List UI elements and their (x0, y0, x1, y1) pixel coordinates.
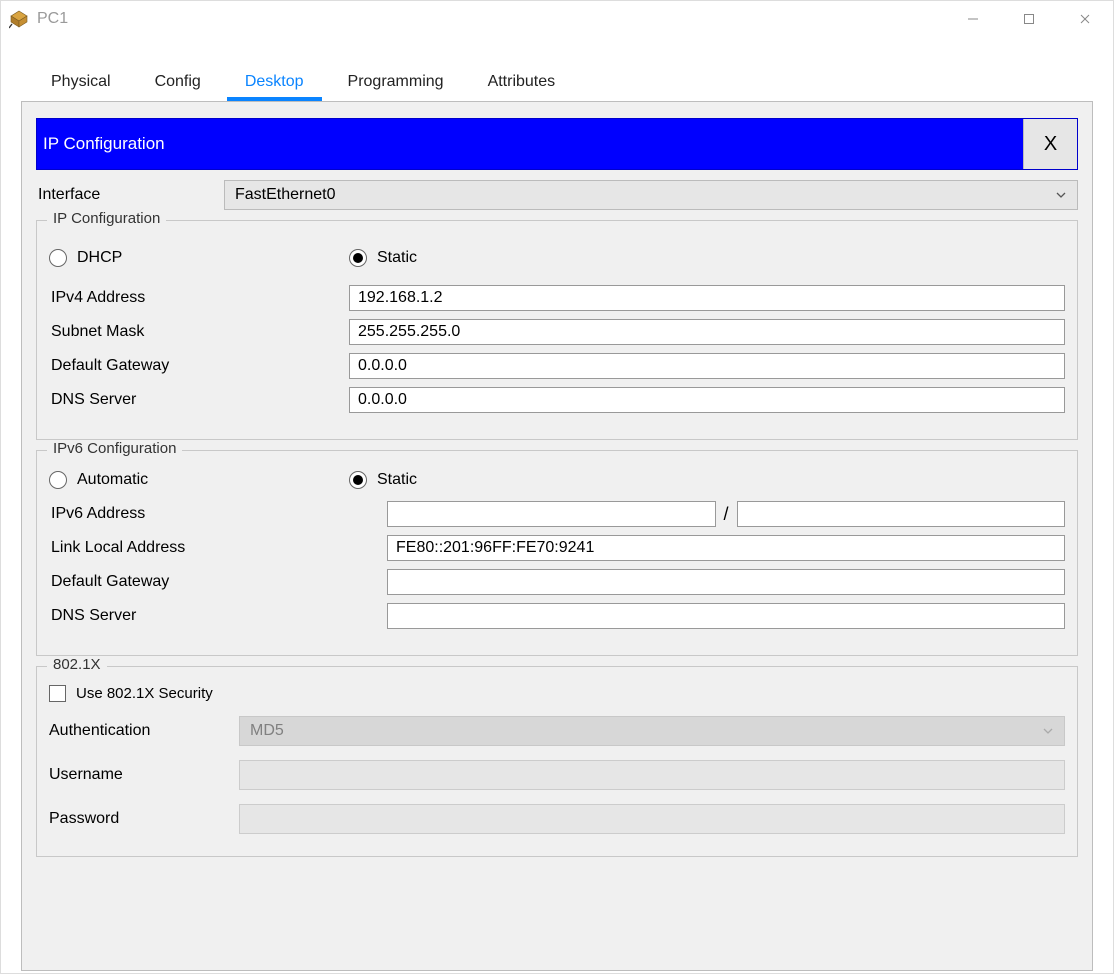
static-radio[interactable] (349, 249, 367, 267)
ipv4-address-label: IPv4 Address (49, 289, 349, 307)
window-title: PC1 (37, 10, 68, 28)
config-body: IP Configuration X Interface FastEtherne… (21, 101, 1093, 971)
ipv4-gateway-label: Default Gateway (49, 357, 349, 375)
dot1x-legend: 802.1X (47, 656, 107, 673)
ipv6-legend: IPv6 Configuration (47, 440, 182, 457)
close-button[interactable] (1057, 1, 1113, 37)
tab-bar: Physical Config Desktop Programming Attr… (1, 63, 1113, 101)
ipv4-legend: IP Configuration (47, 210, 166, 227)
minimize-button[interactable] (945, 1, 1001, 37)
authentication-label: Authentication (49, 722, 239, 740)
ipv4-gateway-input[interactable] (349, 353, 1065, 379)
ipv6-gateway-input[interactable] (387, 569, 1065, 595)
link-local-label: Link Local Address (49, 539, 387, 557)
ipv4-address-input[interactable] (349, 285, 1065, 311)
authentication-select: MD5 (239, 716, 1065, 746)
ipv4-fieldset: IP Configuration DHCP Static IPv4 Addres… (36, 220, 1078, 440)
ipv6-address-input[interactable] (387, 501, 716, 527)
titlebar: PC1 (1, 1, 1113, 37)
use-8021x-label: Use 802.1X Security (76, 685, 213, 702)
tab-config[interactable]: Config (133, 65, 223, 101)
static-label: Static (377, 249, 417, 267)
dhcp-label: DHCP (77, 249, 122, 267)
panel-title: IP Configuration (37, 119, 1023, 169)
tab-physical[interactable]: Physical (29, 65, 133, 101)
password-label: Password (49, 810, 239, 828)
panel-close-button[interactable]: X (1023, 119, 1077, 169)
ipv6-auto-radio[interactable] (49, 471, 67, 489)
ipv6-dns-input[interactable] (387, 603, 1065, 629)
chevron-down-icon (1042, 725, 1054, 737)
ipv6-dns-label: DNS Server (49, 607, 387, 625)
panel-header: IP Configuration X (36, 118, 1078, 170)
ipv6-prefix-input[interactable] (737, 501, 1066, 527)
ipv6-static-radio[interactable] (349, 471, 367, 489)
authentication-value: MD5 (250, 722, 284, 740)
chevron-down-icon (1055, 189, 1067, 201)
interface-selected-value: FastEthernet0 (235, 186, 336, 204)
link-local-input[interactable] (387, 535, 1065, 561)
ipv6-static-label: Static (377, 471, 417, 489)
password-input (239, 804, 1065, 834)
subnet-mask-input[interactable] (349, 319, 1065, 345)
app-icon (9, 9, 29, 29)
ipv6-address-label: IPv6 Address (49, 505, 387, 523)
tab-programming[interactable]: Programming (326, 65, 466, 101)
username-input (239, 760, 1065, 790)
ipv4-dns-label: DNS Server (49, 391, 349, 409)
ipv6-auto-label: Automatic (77, 471, 148, 489)
subnet-mask-label: Subnet Mask (49, 323, 349, 341)
maximize-button[interactable] (1001, 1, 1057, 37)
interface-select[interactable]: FastEthernet0 (224, 180, 1078, 210)
username-label: Username (49, 766, 239, 784)
dhcp-radio[interactable] (49, 249, 67, 267)
ipv6-fieldset: IPv6 Configuration Automatic Static IPv6… (36, 450, 1078, 656)
use-8021x-checkbox[interactable] (49, 685, 66, 702)
dot1x-fieldset: 802.1X Use 802.1X Security Authenticatio… (36, 666, 1078, 857)
tab-desktop[interactable]: Desktop (223, 65, 326, 101)
tab-attributes[interactable]: Attributes (466, 65, 578, 101)
interface-label: Interface (36, 186, 224, 204)
ipv6-prefix-separator: / (716, 504, 737, 525)
ipv4-dns-input[interactable] (349, 387, 1065, 413)
ipv6-gateway-label: Default Gateway (49, 573, 387, 591)
